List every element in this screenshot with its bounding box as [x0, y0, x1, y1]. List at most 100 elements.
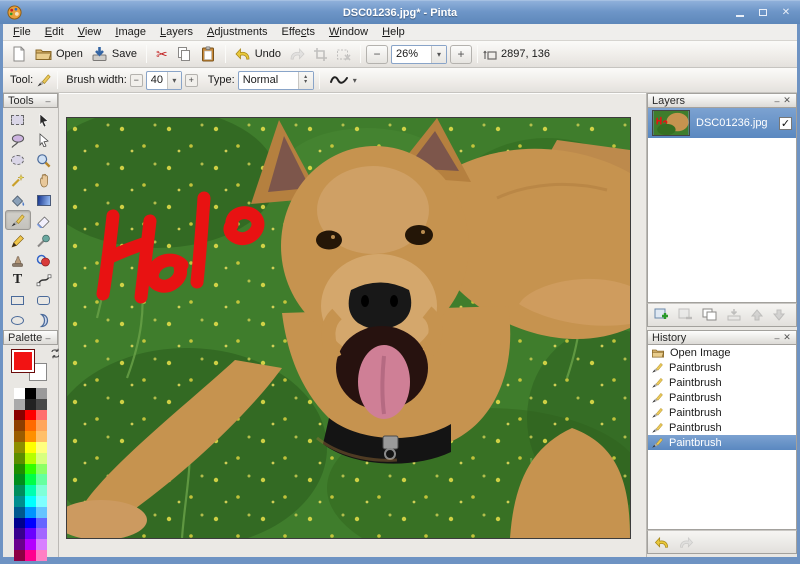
palette-swatch[interactable] — [14, 388, 25, 399]
history-item[interactable]: Paintbrush — [648, 435, 796, 450]
tools-panel-minimize-icon[interactable]: – — [43, 96, 53, 106]
palette-swatch[interactable] — [36, 442, 47, 453]
palette-swatch[interactable] — [36, 550, 47, 561]
menu-file[interactable]: File — [6, 25, 38, 39]
chevron-down-icon[interactable]: ▾ — [431, 46, 446, 63]
tool-clone-stamp[interactable] — [5, 250, 31, 270]
palette-swatch[interactable] — [14, 442, 25, 453]
palette-swatch[interactable] — [14, 550, 25, 561]
palette-swatch[interactable] — [36, 399, 47, 410]
history-item[interactable]: Paintbrush — [648, 375, 796, 390]
palette-swatch[interactable] — [36, 518, 47, 529]
move-layer-up-icon[interactable] — [750, 308, 764, 322]
history-item[interactable]: Paintbrush — [648, 390, 796, 405]
palette-swatch[interactable] — [25, 442, 36, 453]
palette-swatch[interactable] — [25, 453, 36, 464]
palette-swatch[interactable] — [36, 464, 47, 475]
palette-swatch[interactable] — [36, 453, 47, 464]
new-image-button[interactable] — [7, 44, 31, 64]
palette-swatch[interactable] — [36, 431, 47, 442]
tool-paintbrush[interactable] — [5, 210, 31, 230]
stroke-style-button[interactable]: ▾ — [325, 72, 361, 88]
palette-swatch[interactable] — [14, 474, 25, 485]
tool-eraser[interactable] — [31, 210, 57, 230]
palette-swatch[interactable] — [36, 420, 47, 431]
duplicate-layer-icon[interactable] — [702, 308, 718, 322]
menu-edit[interactable]: Edit — [38, 25, 71, 39]
palette-swatch[interactable] — [36, 496, 47, 507]
tool-gradient[interactable] — [31, 190, 57, 210]
tool-zoom[interactable] — [31, 150, 57, 170]
layers-panel-close-icon[interactable]: ✕ — [782, 95, 792, 106]
tool-text[interactable]: T — [5, 270, 31, 290]
layer-row[interactable]: DSC01236.jpg✓ — [648, 108, 796, 138]
zoom-level-combo[interactable]: 26% ▾ — [391, 45, 447, 64]
tool-pan[interactable] — [31, 170, 57, 190]
palette-swatch[interactable] — [14, 539, 25, 550]
brush-width-decrease-button[interactable]: − — [130, 74, 143, 87]
palette-swatch[interactable] — [14, 518, 25, 529]
crop-to-selection-button[interactable] — [309, 45, 332, 64]
menu-adjustments[interactable]: Adjustments — [200, 25, 275, 39]
maximize-button[interactable] — [756, 6, 770, 19]
tool-ellipse[interactable] — [5, 310, 31, 330]
zoom-in-button[interactable]: + — [450, 45, 472, 64]
tool-line-curve[interactable] — [31, 270, 57, 290]
palette-swatch[interactable] — [25, 550, 36, 561]
history-item[interactable]: Paintbrush — [648, 405, 796, 420]
palette-swatch[interactable] — [36, 410, 47, 421]
palette-swatch[interactable] — [36, 485, 47, 496]
palette-swatch[interactable] — [25, 518, 36, 529]
merge-layer-down-icon[interactable] — [726, 308, 742, 322]
history-item[interactable]: Open Image — [648, 345, 796, 360]
palette-swatch[interactable] — [14, 399, 25, 410]
palette-swatch[interactable] — [14, 464, 25, 475]
palette-swatch[interactable] — [14, 507, 25, 518]
history-redo-icon[interactable] — [678, 535, 694, 550]
palette-swatch[interactable] — [36, 539, 47, 550]
palette-swatch[interactable] — [14, 496, 25, 507]
tool-move-selected[interactable] — [31, 110, 57, 130]
spinner-arrows-icon[interactable]: ▴▾ — [298, 72, 313, 89]
close-button[interactable]: ✕ — [779, 6, 793, 19]
tool-lasso-select[interactable] — [5, 130, 31, 150]
copy-button[interactable] — [172, 44, 196, 64]
palette-swatch[interactable] — [25, 474, 36, 485]
palette-swatch[interactable] — [14, 420, 25, 431]
layer-visibility-checkbox[interactable]: ✓ — [779, 117, 792, 130]
add-layer-icon[interactable] — [654, 308, 670, 322]
layer-properties-icon[interactable] — [772, 308, 786, 322]
history-item[interactable]: Paintbrush — [648, 420, 796, 435]
history-panel-close-icon[interactable]: ✕ — [782, 332, 792, 343]
tool-magic-wand[interactable] — [5, 170, 31, 190]
menu-help[interactable]: Help — [375, 25, 412, 39]
delete-layer-icon[interactable] — [678, 308, 694, 322]
palette-swatch[interactable] — [14, 528, 25, 539]
palette-swatch[interactable] — [14, 431, 25, 442]
palette-swatch[interactable] — [25, 539, 36, 550]
palette-swatch[interactable] — [25, 420, 36, 431]
palette-swatch[interactable] — [14, 410, 25, 421]
save-button[interactable]: Save — [87, 44, 141, 64]
palette-swatch[interactable] — [36, 388, 47, 399]
palette-swatch[interactable] — [25, 485, 36, 496]
tool-move-selection[interactable] — [31, 130, 57, 150]
canvas-area[interactable] — [59, 93, 646, 557]
open-button[interactable]: Open — [31, 44, 87, 64]
tool-color-picker[interactable] — [31, 230, 57, 250]
history-undo-icon[interactable] — [654, 535, 670, 550]
palette-swatch[interactable] — [36, 528, 47, 539]
minimize-button[interactable] — [733, 6, 747, 19]
palette-swatch[interactable] — [25, 388, 36, 399]
tool-pencil[interactable] — [5, 230, 31, 250]
palette-panel-minimize-icon[interactable]: – — [43, 333, 53, 343]
menu-view[interactable]: View — [71, 25, 109, 39]
undo-button[interactable]: Undo — [231, 44, 285, 64]
brush-width-spinner[interactable]: 40 ▾ — [146, 71, 182, 90]
canvas-image[interactable] — [66, 117, 631, 539]
deselect-button[interactable] — [332, 45, 355, 64]
tool-paint-bucket[interactable] — [5, 190, 31, 210]
palette-swatch[interactable] — [25, 431, 36, 442]
zoom-out-button[interactable]: − — [366, 45, 388, 64]
menu-image[interactable]: Image — [108, 25, 153, 39]
